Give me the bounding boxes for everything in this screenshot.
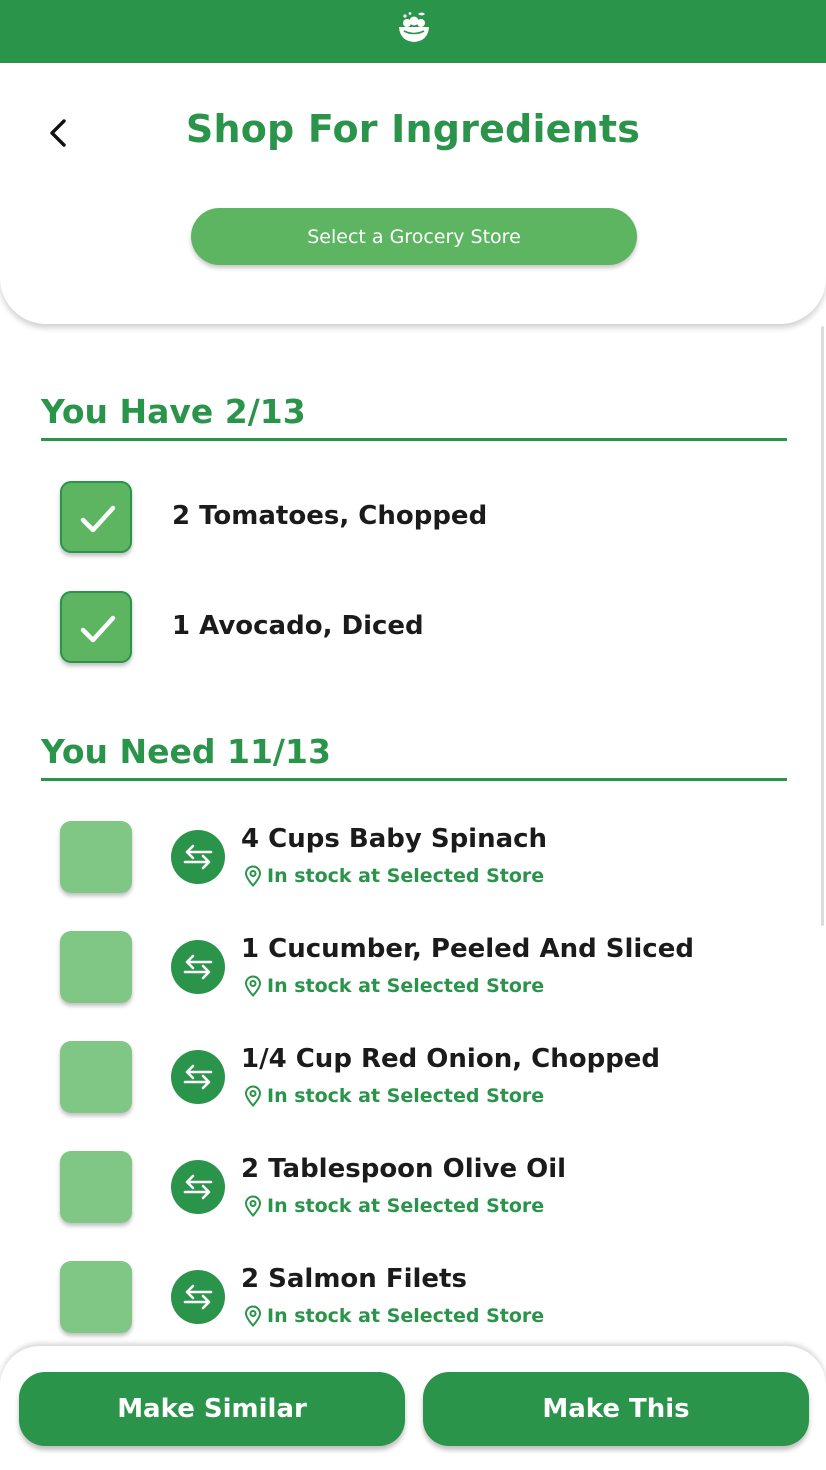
location-pin-icon <box>244 1195 262 1217</box>
swap-arrows-icon <box>183 844 213 870</box>
swap-arrows-icon <box>183 1174 213 1200</box>
checkmark-icon <box>80 505 116 533</box>
swap-arrows-icon <box>183 954 213 980</box>
swap-ingredient-button[interactable] <box>171 1050 225 1104</box>
page-title: Shop For Ingredients <box>185 107 641 151</box>
salad-bowl-icon <box>399 12 429 42</box>
make-this-button[interactable]: Make This <box>423 1372 809 1446</box>
swap-ingredient-button[interactable] <box>171 940 225 994</box>
ingredient-checkbox-checked[interactable] <box>60 481 132 553</box>
ingredient-checkbox[interactable] <box>60 1041 132 1113</box>
location-pin-icon <box>244 1305 262 1327</box>
ingredient-checkbox-checked[interactable] <box>60 591 132 663</box>
need-item-label: 1 Cucumber, Peeled And Sliced <box>241 934 694 964</box>
ingredient-checkbox[interactable] <box>60 931 132 1003</box>
have-item-label: 1 Avocado, Diced <box>172 611 424 641</box>
ingredient-checkbox[interactable] <box>60 1261 132 1333</box>
stock-status-text: In stock at Selected Store <box>267 1305 545 1327</box>
need-item-label: 1/4 Cup Red Onion, Chopped <box>241 1044 661 1074</box>
swap-ingredient-button[interactable] <box>171 1270 225 1324</box>
stock-status-text: In stock at Selected Store <box>267 975 545 997</box>
swap-arrows-icon <box>183 1064 213 1090</box>
need-item-label: 4 Cups Baby Spinach <box>241 824 548 854</box>
bottom-action-bar: Make Similar Make This <box>0 1346 826 1470</box>
ingredient-checkbox[interactable] <box>60 821 132 893</box>
location-pin-icon <box>244 975 262 997</box>
swap-arrows-icon <box>183 1284 213 1310</box>
scrollbar[interactable] <box>821 326 824 926</box>
top-app-bar <box>0 0 826 63</box>
stock-status-text: In stock at Selected Store <box>267 865 545 887</box>
location-pin-icon <box>244 1085 262 1107</box>
header-card: Shop For Ingredients Select a Grocery St… <box>0 63 826 324</box>
need-item-label: 2 Salmon Filets <box>241 1264 467 1294</box>
checkmark-icon <box>80 615 116 643</box>
select-grocery-store-button[interactable]: Select a Grocery Store <box>191 208 637 265</box>
need-item-label: 2 Tablespoon Olive Oil <box>241 1154 567 1184</box>
make-similar-button[interactable]: Make Similar <box>19 1372 405 1446</box>
stock-status-text: In stock at Selected Store <box>267 1195 545 1217</box>
have-item-label: 2 Tomatoes, Chopped <box>172 501 488 531</box>
location-pin-icon <box>244 865 262 887</box>
ingredient-checkbox[interactable] <box>60 1151 132 1223</box>
need-section-heading: You Need 11/13 <box>41 734 787 781</box>
have-section-heading: You Have 2/13 <box>41 394 787 441</box>
swap-ingredient-button[interactable] <box>171 830 225 884</box>
swap-ingredient-button[interactable] <box>171 1160 225 1214</box>
stock-status-text: In stock at Selected Store <box>267 1085 545 1107</box>
